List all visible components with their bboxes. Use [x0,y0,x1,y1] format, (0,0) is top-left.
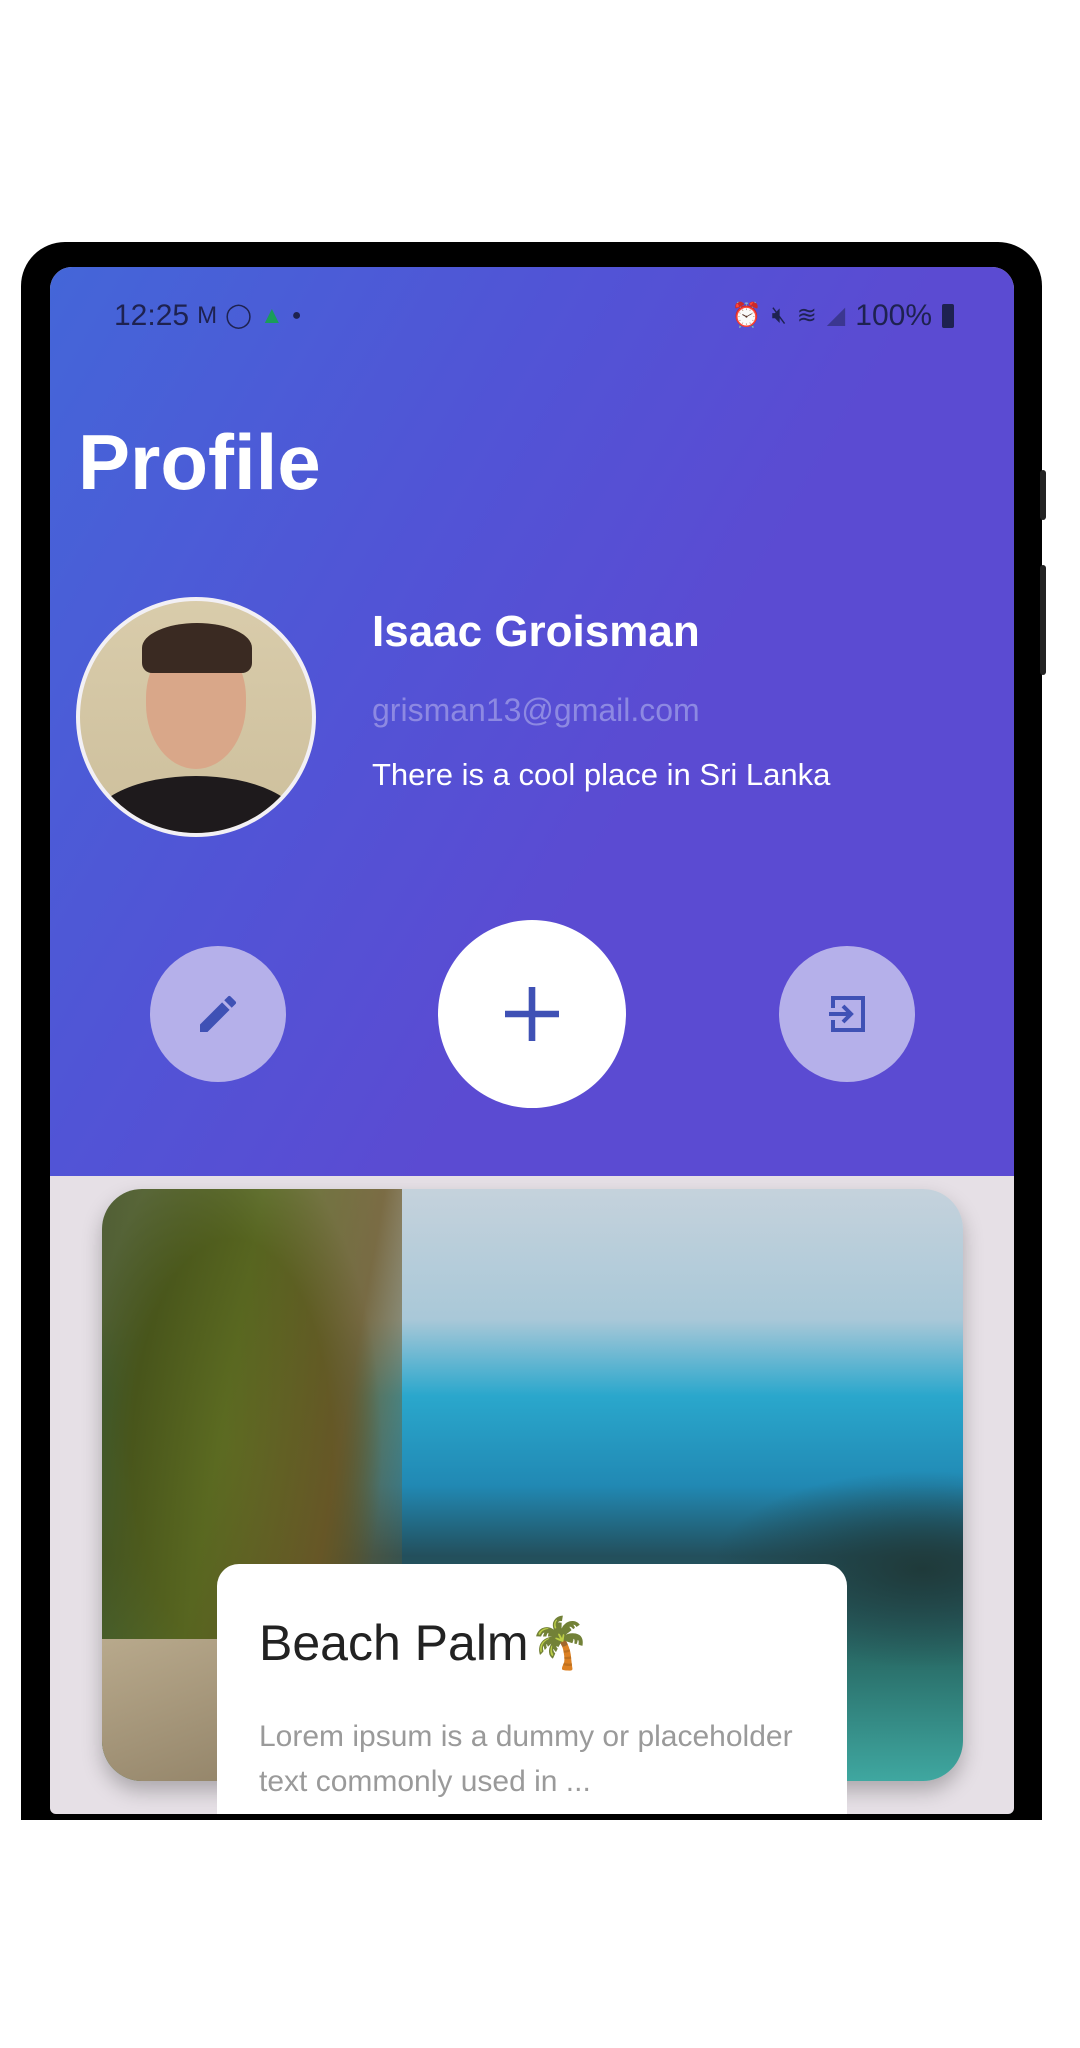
logout-icon [829,996,865,1032]
battery-icon [942,304,954,328]
drive-icon: ▲ [259,302,284,329]
add-button[interactable] [438,920,626,1108]
profile-email: grisman13@gmail.com [372,692,700,728]
card-caption[interactable]: Beach Palm🌴 Lorem ipsum is a dummy or pl… [217,1564,847,1814]
screen: 12:25 M ◯ ▲ ● ⏰ 🔇︎ ≋ ◢ 100% Profile Isaa… [50,267,1014,1814]
avatar[interactable] [76,597,316,837]
wifi-icon: ≋ [796,302,817,329]
edit-icon [200,996,236,1032]
mute-icon: 🔇︎ [771,302,787,329]
plus-icon [505,987,559,1041]
power-button [1040,565,1046,675]
page-title: Profile [78,418,321,506]
volume-button [1040,470,1046,520]
profile-name: Isaac Groisman [372,607,700,656]
profile-bio: There is a cool place in Sri Lanka [372,757,831,792]
logout-button[interactable] [779,946,915,1082]
whatsapp-icon: ◯ [225,302,252,329]
card-title: Beach Palm🌴 [259,1615,591,1671]
status-bar: 12:25 M ◯ ▲ ● ⏰ 🔇︎ ≋ ◢ 100% [50,299,1014,339]
battery-level: 100% [855,299,932,332]
gmail-icon: M [197,302,218,329]
profile-header: 12:25 M ◯ ▲ ● ⏰ 🔇︎ ≋ ◢ 100% Profile Isaa… [50,267,1014,1176]
dot-icon: ● [291,307,302,324]
signal-icon: ◢ [826,302,846,329]
card-description: Lorem ipsum is a dummy or placeholder te… [259,1720,793,1798]
alarm-icon: ⏰ [731,302,762,329]
status-time: 12:25 [114,299,190,332]
edit-button[interactable] [150,946,286,1082]
